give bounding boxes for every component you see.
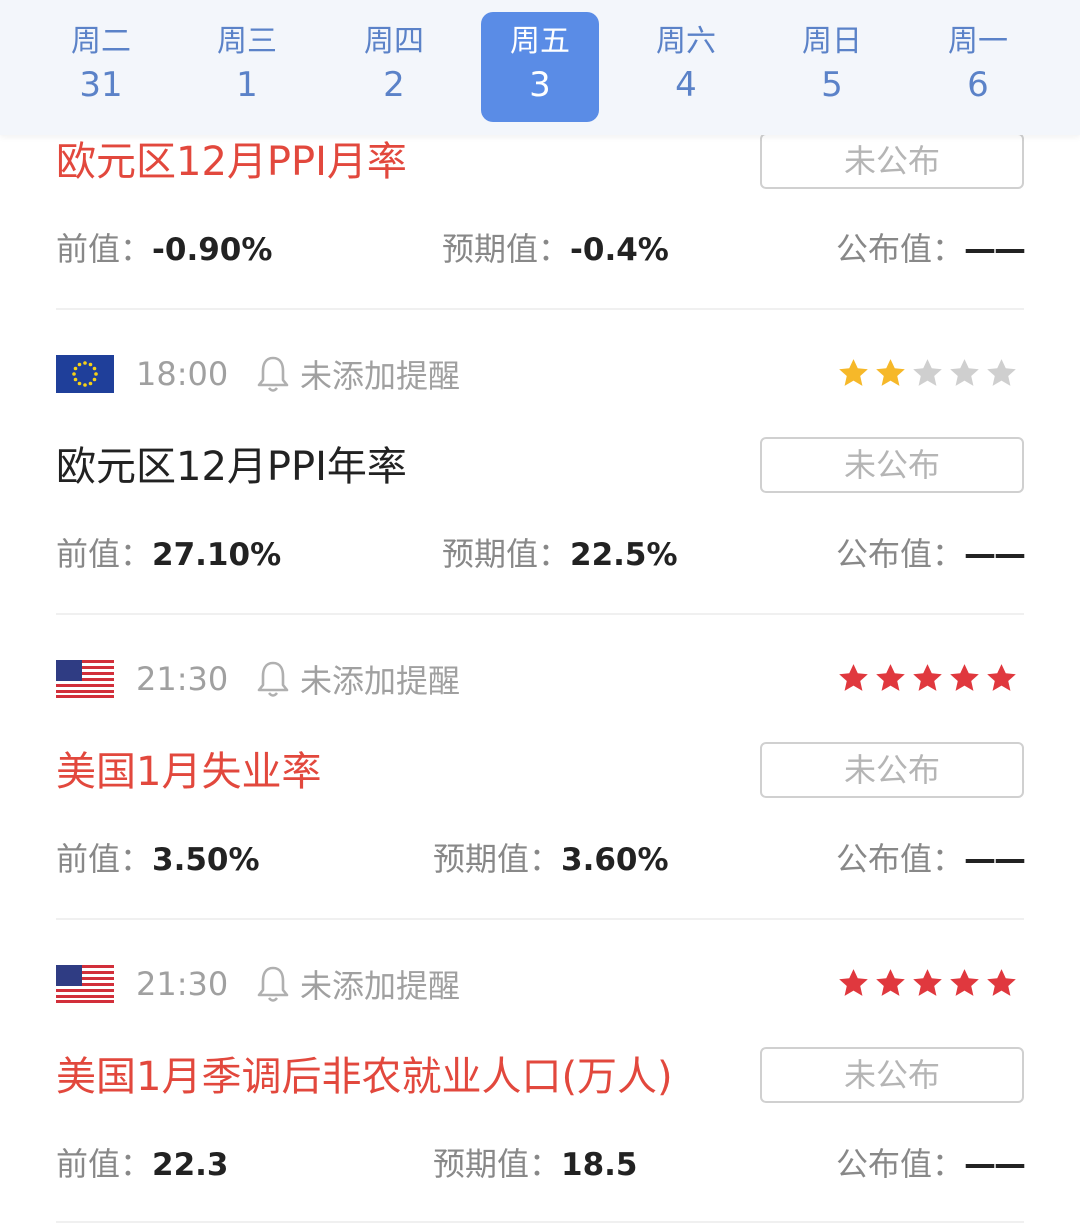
event-title: 欧元区12月PPI月率 [56, 139, 407, 185]
importance-stars [837, 967, 1018, 1000]
event-title: 美国1月失业率 [56, 749, 322, 795]
star-filled-icon [950, 969, 979, 996]
star-filled-icon [876, 359, 905, 386]
event-time: 21:30 [136, 660, 229, 698]
star-filled-icon [839, 359, 868, 386]
status-button[interactable]: 未公布 [760, 1047, 1024, 1103]
day-tab-fri-selected[interactable]: 周五 3 [481, 12, 599, 122]
star-filled-icon [913, 969, 942, 996]
bell-icon[interactable] [256, 659, 290, 699]
star-filled-icon [876, 664, 905, 691]
day-weekday: 周二 [71, 24, 131, 59]
star-filled-icon [987, 664, 1016, 691]
event-time: 18:00 [136, 355, 229, 393]
actual-value: 公布值：—— [835, 230, 1026, 268]
event-meta: 21:30 未添加提醒 [56, 656, 460, 702]
event-meta: 21:30 未添加提醒 [56, 961, 460, 1007]
day-tab-sat[interactable]: 周六 4 [627, 12, 745, 122]
day-tab-wed[interactable]: 周三 1 [188, 12, 306, 122]
forecast-value: 预期值：18.5 [433, 1145, 638, 1183]
actual-value: 公布值：—— [835, 535, 1026, 573]
reminder-label[interactable]: 未添加提醒 [300, 351, 460, 397]
day-tab-tue[interactable]: 周二 31 [42, 12, 160, 122]
day-weekday: 周一 [948, 24, 1008, 59]
day-date: 6 [967, 65, 989, 105]
divider [56, 1221, 1024, 1223]
event-meta: 18:00 未添加提醒 [56, 351, 460, 397]
reminder-label[interactable]: 未添加提醒 [300, 656, 460, 702]
day-date: 4 [675, 65, 697, 105]
forecast-value: 预期值：-0.4% [442, 230, 669, 268]
divider [56, 308, 1024, 310]
eu-flag-icon [56, 355, 114, 393]
reminder-label[interactable]: 未添加提醒 [300, 961, 460, 1007]
day-date: 1 [236, 65, 258, 105]
bell-icon[interactable] [256, 354, 290, 394]
day-date: 3 [529, 65, 551, 105]
actual-value: 公布值：—— [835, 840, 1026, 878]
status-button[interactable]: 未公布 [760, 133, 1024, 189]
divider [56, 918, 1024, 920]
us-flag-icon [56, 965, 114, 1003]
day-date: 2 [383, 65, 405, 105]
day-weekday: 周三 [217, 24, 277, 59]
previous-value: 前值：3.50% [56, 840, 260, 878]
star-filled-icon [913, 664, 942, 691]
star-filled-icon [839, 969, 868, 996]
date-selector: 周二 31 周三 1 周四 2 周五 3 周六 4 周日 5 周一 6 [0, 0, 1080, 135]
importance-stars [837, 662, 1018, 695]
status-button[interactable]: 未公布 [760, 742, 1024, 798]
day-date: 5 [821, 65, 843, 105]
event-values: 前值：22.3 预期值：18.5 公布值：—— [56, 1139, 1026, 1189]
event-values: 前值：3.50% 预期值：3.60% 公布值：—— [56, 834, 1026, 884]
previous-value: 前值：27.10% [56, 535, 282, 573]
event-title: 欧元区12月PPI年率 [56, 444, 407, 490]
importance-stars [837, 357, 1018, 390]
star-filled-icon [950, 664, 979, 691]
day-tab-sun[interactable]: 周日 5 [773, 12, 891, 122]
bell-icon[interactable] [256, 964, 290, 1004]
star-filled-icon [839, 664, 868, 691]
event-values: 前值：-0.90% 预期值：-0.4% 公布值：—— [56, 224, 1026, 274]
day-weekday: 周四 [364, 24, 424, 59]
star-filled-icon [987, 969, 1016, 996]
previous-value: 前值：22.3 [56, 1145, 229, 1183]
divider [56, 613, 1024, 615]
day-date: 31 [79, 65, 123, 105]
status-button[interactable]: 未公布 [760, 437, 1024, 493]
day-tab-mon[interactable]: 周一 6 [919, 12, 1037, 122]
star-empty-icon [987, 359, 1016, 386]
forecast-value: 预期值：22.5% [442, 535, 678, 573]
event-values: 前值：27.10% 预期值：22.5% 公布值：—— [56, 529, 1026, 579]
event-title: 美国1月季调后非农就业人口(万人) [56, 1054, 673, 1100]
day-weekday: 周五 [510, 24, 570, 59]
day-weekday: 周六 [656, 24, 716, 59]
day-tab-thu[interactable]: 周四 2 [335, 12, 453, 122]
star-empty-icon [950, 359, 979, 386]
day-weekday: 周日 [802, 24, 862, 59]
forecast-value: 预期值：3.60% [433, 840, 669, 878]
event-time: 21:30 [136, 965, 229, 1003]
us-flag-icon [56, 660, 114, 698]
star-empty-icon [913, 359, 942, 386]
actual-value: 公布值：—— [835, 1145, 1026, 1183]
star-filled-icon [876, 969, 905, 996]
previous-value: 前值：-0.90% [56, 230, 273, 268]
